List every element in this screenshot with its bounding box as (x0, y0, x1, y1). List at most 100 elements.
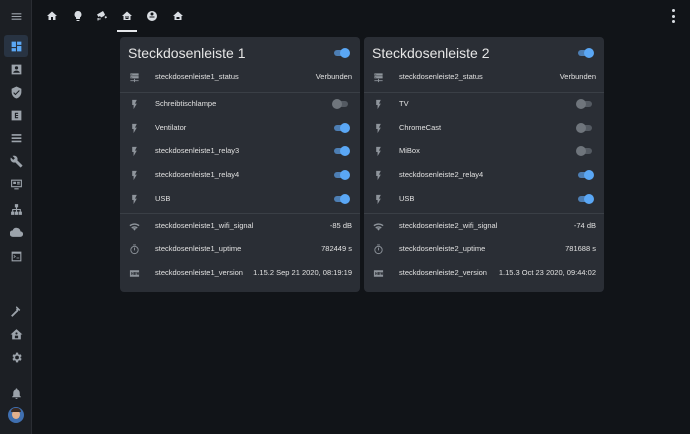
switch-toggle[interactable] (332, 122, 350, 134)
menu-icon[interactable] (4, 5, 28, 27)
flash-icon (372, 193, 384, 205)
wifi-icon (372, 220, 384, 232)
entity-label: steckdosenleiste1_status (155, 72, 239, 81)
entity-row-sensor[interactable]: steckdosenleiste2_version 1.15.3 Oct 23 … (364, 263, 604, 283)
menu-dot (671, 14, 675, 18)
tab-vacuum[interactable] (139, 0, 165, 32)
avatar-hair (11, 408, 21, 412)
entity-label: steckdosenleiste2_relay4 (399, 170, 484, 179)
switch-toggle[interactable] (332, 98, 350, 110)
divider (364, 213, 604, 214)
divider (120, 213, 360, 214)
entity-state: Verbunden (315, 72, 352, 81)
entity-row-sensor[interactable]: steckdosenleiste1_uptime 782449 s (120, 239, 360, 259)
flash-icon (128, 98, 140, 110)
dots-vertical-icon[interactable] (670, 9, 676, 23)
lightbulb-icon (74, 11, 82, 21)
entity-state: 782449 s (321, 244, 352, 253)
entity-row-sensor[interactable]: steckdosenleiste2_wifi_signal -74 dB (364, 216, 604, 236)
switch-toggle[interactable] (332, 145, 350, 157)
entity-label: steckdosenleiste1_uptime (155, 244, 242, 253)
menu-dot (671, 20, 675, 23)
entity-row-switch[interactable]: steckdosenleiste2_relay4 (364, 165, 604, 185)
flash-icon (128, 193, 140, 205)
flash-icon (372, 98, 384, 110)
console-icon[interactable] (4, 245, 28, 267)
entity-state: 781688 s (565, 244, 596, 253)
entity-row-switch[interactable]: Ventilator (120, 118, 360, 138)
entity-state: Verbunden (559, 72, 596, 81)
entity-row-switch[interactable]: ChromeCast (364, 118, 604, 138)
flash-icon (128, 145, 140, 157)
monitor-dashboard-icon[interactable] (4, 173, 28, 195)
home-assistant-icon[interactable] (4, 323, 28, 345)
shield-check-icon[interactable] (4, 81, 28, 103)
entity-row-sensor[interactable]: steckdosenleiste2_uptime 781688 s (364, 239, 604, 259)
timer-icon (128, 243, 140, 255)
tab-home[interactable] (39, 0, 65, 32)
home-icon (47, 11, 57, 20)
entities-card-2: Steckdosenleiste 2 steckdosenleiste2_sta… (364, 37, 604, 292)
entity-label: steckdosenleiste1_wifi_signal (155, 221, 254, 230)
tab-floor-plan[interactable] (165, 0, 191, 32)
list-icon[interactable] (4, 127, 28, 149)
entity-row-status[interactable]: steckdosenleiste1_status Verbunden (120, 67, 360, 87)
server-network-icon (128, 71, 140, 83)
top-bar (32, 0, 690, 32)
switch-toggle[interactable] (576, 98, 594, 110)
new-box-icon (128, 267, 140, 279)
wrench-icon[interactable] (4, 150, 28, 172)
menu-dot (671, 9, 675, 12)
entity-label: ChromeCast (399, 123, 442, 132)
alpha-e-box-icon[interactable] (4, 104, 28, 126)
bell-icon[interactable] (4, 382, 28, 404)
entity-label: steckdosenleiste1_relay3 (155, 146, 240, 155)
avatar[interactable] (8, 407, 24, 423)
switch-toggle[interactable] (576, 122, 594, 134)
entity-row-sensor[interactable]: steckdosenleiste1_version 1.15.2 Sep 21 … (120, 263, 360, 283)
account-box-icon[interactable] (4, 58, 28, 80)
entity-label: MiBox (399, 146, 420, 155)
switch-toggle[interactable] (576, 145, 594, 157)
card-header-toggle[interactable] (332, 47, 350, 59)
entity-label: Ventilator (155, 123, 187, 132)
entity-label: steckdosenleiste2_wifi_signal (399, 221, 498, 230)
wifi-icon (128, 220, 140, 232)
entity-row-switch[interactable]: USB (364, 189, 604, 209)
flash-icon (372, 169, 384, 181)
entity-state: 1.15.2 Sep 21 2020, 08:19:19 (253, 268, 352, 277)
cloud-icon[interactable] (4, 221, 28, 243)
entity-label: steckdosenleiste1_relay4 (155, 170, 240, 179)
sitemap-icon[interactable] (4, 198, 28, 220)
entity-label: TV (399, 99, 409, 108)
tab-lights[interactable] (65, 0, 91, 32)
entity-row-switch[interactable]: TV (364, 94, 604, 114)
entity-row-switch[interactable]: steckdosenleiste1_relay4 (120, 165, 360, 185)
switch-toggle[interactable] (332, 169, 350, 181)
switch-toggle[interactable] (576, 169, 594, 181)
entity-row-switch[interactable]: USB (120, 189, 360, 209)
hammer-icon[interactable] (4, 300, 28, 322)
entity-label: USB (155, 194, 171, 203)
entity-row-switch[interactable]: steckdosenleiste1_relay3 (120, 141, 360, 161)
card-header-toggle[interactable] (576, 47, 594, 59)
entity-row-sensor[interactable]: steckdosenleiste1_wifi_signal -85 dB (120, 216, 360, 236)
cog-icon[interactable] (4, 346, 28, 368)
entity-label: steckdosenleiste1_version (155, 268, 243, 277)
entity-label: steckdosenleiste2_version (399, 268, 487, 277)
server-network-icon (372, 71, 384, 83)
entity-label: steckdosenleiste2_uptime (399, 244, 486, 253)
tab-home-automation[interactable] (114, 0, 140, 32)
switch-toggle[interactable] (576, 193, 594, 205)
cctv-icon (97, 11, 107, 21)
entity-state: -74 dB (573, 221, 596, 230)
dashboard-icon[interactable] (4, 35, 28, 57)
divider (364, 92, 604, 93)
switch-toggle[interactable] (332, 193, 350, 205)
card-title: Steckdosenleiste 1 (128, 45, 246, 61)
entity-row-switch[interactable]: Schreibtischlampe (120, 94, 360, 114)
tab-cameras[interactable] (89, 0, 115, 32)
home-floor-icon (173, 11, 183, 20)
entity-row-switch[interactable]: MiBox (364, 141, 604, 161)
entity-row-status[interactable]: steckdosenleiste2_status Verbunden (364, 67, 604, 87)
